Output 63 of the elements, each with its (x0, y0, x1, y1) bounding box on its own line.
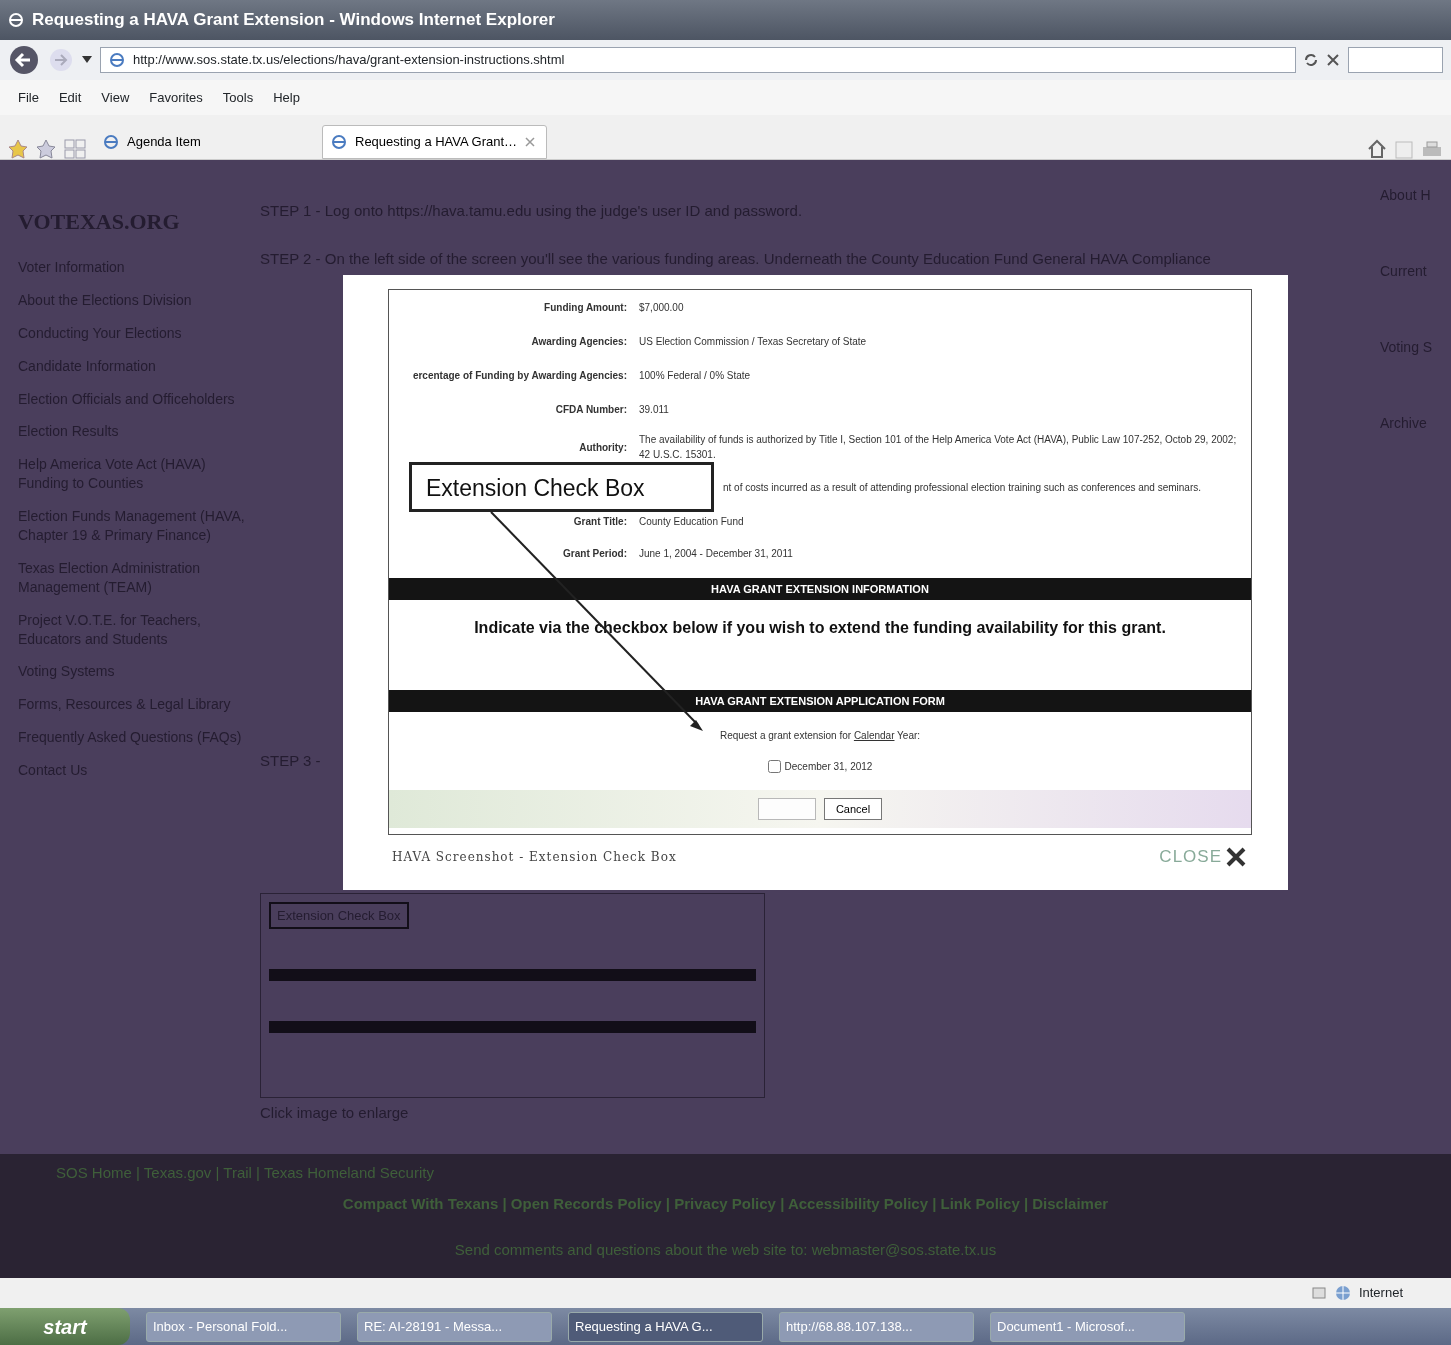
callout-label: Extension Check Box (409, 462, 714, 512)
field-value: June 1, 2004 - December 31, 2011 (639, 546, 794, 561)
taskbar-button[interactable]: RE: AI-28191 - Messa... (357, 1311, 552, 1342)
dropdown-caret-icon[interactable] (82, 56, 92, 64)
search-field[interactable] (1348, 47, 1443, 73)
close-button[interactable]: CLOSE (1153, 843, 1252, 871)
refresh-icon[interactable] (1304, 53, 1318, 67)
request-text: Request a grant extension for Calendar Year: (718, 729, 922, 743)
menu-item[interactable]: Tools (212, 87, 264, 108)
field-value: County Education Fund (639, 514, 745, 529)
field-label: Awarding Agencies: (530, 334, 628, 349)
field-label: ercentage of Funding by Awarding Agencies: (411, 368, 628, 383)
field-value: US Election Commission / Texas Secretary of State (639, 334, 868, 349)
taskbar-button[interactable]: Inbox - Personal Fold... (146, 1311, 341, 1342)
field-value: nt of costs incurred as a result of attending professional election training such as conferences and seminars. (722, 480, 1203, 495)
field-label: CFDA Number: (554, 402, 628, 417)
tab-grid-icon[interactable] (64, 139, 86, 159)
forward-icon[interactable] (48, 47, 74, 73)
browser-logo-icon (8, 12, 24, 28)
lightbox-caption: HAVA Screenshot - Extension Check Box (392, 848, 677, 866)
field-label: Grant Period: (562, 546, 628, 561)
field-value: 39.011 (639, 402, 670, 417)
menu-item[interactable]: Help (263, 87, 310, 108)
page-icon (103, 134, 119, 150)
field-label: Grant Title: (572, 514, 628, 529)
close-icon[interactable] (525, 137, 536, 147)
printer-icon[interactable] (1421, 141, 1443, 159)
field-value: 100% Federal / 0% State (639, 368, 752, 383)
protected-mode-icon (1310, 1285, 1327, 1301)
section-header: HAVA GRANT EXTENSION INFORMATION (389, 578, 1251, 600)
security-zone-text: Internet (1358, 1284, 1403, 1303)
add-favorite-star-icon[interactable] (36, 139, 56, 159)
footer-links[interactable]: SOS Home | Texas.gov | Trail | Texas Homeland Security (8, 1154, 1451, 1185)
section-header: HAVA GRANT EXTENSION APPLICATION FORM (389, 690, 1251, 712)
field-value: The availability of funds is authorized by Title I, Section 101 of the Help America Vote Act (HAVA), Public Law 107-252, Octob 29, 2002; 42 U.S.C. 15301. (639, 433, 1238, 462)
cancel-button[interactable]: Cancel (824, 798, 882, 820)
taskbar-button[interactable]: http://68.88.107.138... (779, 1311, 974, 1342)
address-field[interactable]: http://www.sos.state.tx.us/elections/hava/grant-extension-instructions.shtml (100, 47, 1296, 73)
footer-contact-text: Send comments and questions about the web site to: webmaster@sos.state.tx.us (453, 1240, 998, 1260)
extension-checkbox[interactable] (767, 760, 781, 773)
page-icon (109, 52, 125, 68)
menu-item[interactable]: Edit (48, 87, 92, 108)
globe-icon (1334, 1285, 1351, 1301)
field-label: Authority: (578, 440, 628, 455)
browser-tab[interactable]: Agenda Item (94, 125, 314, 159)
window-title: Requesting a HAVA Grant Extension - Windows Internet Explorer (32, 9, 555, 32)
menu-item[interactable]: Favorites (139, 87, 213, 108)
browser-tab[interactable]: Requesting a HAVA Grant… (322, 125, 547, 159)
taskbar-button[interactable]: Document1 - Microsof... (990, 1311, 1185, 1342)
footer-policy-links[interactable]: Compact With Texans | Open Records Policy | Privacy Policy | Accessibility Policy | Link Policy | Disclaimer (0, 1192, 1451, 1215)
menu-item[interactable]: File (8, 87, 49, 108)
checkbox-label: December 31, 2012 (784, 760, 873, 774)
start-button[interactable]: start (0, 1308, 130, 1345)
close-icon[interactable] (1326, 53, 1340, 67)
taskbar-button[interactable]: Requesting a HAVA G... (568, 1311, 763, 1342)
back-icon[interactable] (8, 44, 40, 76)
field-value: $7,000.00 (639, 300, 685, 315)
star-icon[interactable] (8, 139, 28, 159)
field-label: Funding Amount: (543, 300, 628, 315)
home-icon[interactable] (1367, 139, 1387, 159)
menu-item[interactable]: View (91, 87, 140, 108)
close-icon (1226, 846, 1246, 867)
page-icon (331, 134, 347, 150)
